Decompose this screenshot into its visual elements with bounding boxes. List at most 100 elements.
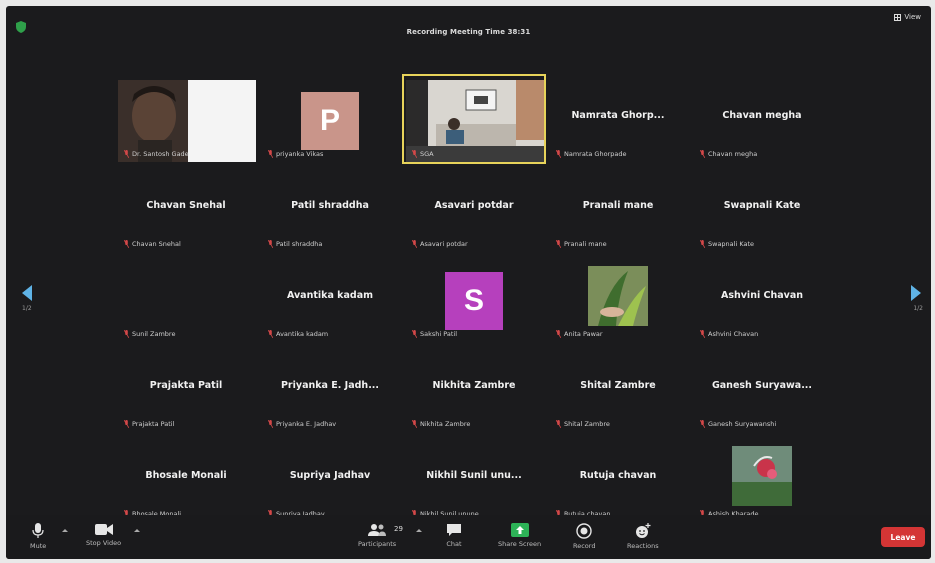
participant-tile[interactable]: Ashvini Chavan Ashvini Chavan: [690, 254, 834, 344]
participant-profile-photo: [732, 446, 792, 506]
participant-tile[interactable]: Ppriyanka Vikas: [258, 74, 402, 164]
participant-tile[interactable]: Shital Zambre Shital Zambre: [546, 344, 690, 434]
participant-tile[interactable]: Sunil Zambre: [114, 254, 258, 344]
participant-label-text: Anita Pawar: [564, 330, 603, 338]
participant-label-text: Chavan Snehal: [132, 240, 181, 248]
participant-name-label: Nikhita Zambre: [412, 420, 542, 428]
participant-tile[interactable]: Bhosale Monali Bhosale Monali: [114, 434, 258, 524]
participant-tile[interactable]: Avantika kadam Avantika kadam: [258, 254, 402, 344]
video-options-caret[interactable]: [134, 529, 140, 532]
muted-microphone-icon: [124, 150, 129, 158]
record-button[interactable]: Record: [573, 523, 595, 550]
view-button[interactable]: View: [894, 13, 921, 21]
muted-microphone-icon: [268, 420, 273, 428]
participant-display-name: Asavari potdar: [434, 200, 514, 211]
participant-name-label: Patil shraddha: [268, 240, 398, 248]
participant-label-text: Avantika kadam: [276, 330, 329, 338]
mute-button[interactable]: Mute: [30, 523, 46, 550]
participant-tile[interactable]: Dr. Santosh Gade: [114, 74, 258, 164]
reactions-button[interactable]: Reactions: [627, 523, 659, 550]
participant-name-label: Sakshi Patil: [412, 330, 542, 338]
participant-tile[interactable]: Swapnali Kate Swapnali Kate: [690, 164, 834, 254]
reactions-label: Reactions: [627, 542, 659, 550]
participant-tile[interactable]: Nikhita Zambre Nikhita Zambre: [402, 344, 546, 434]
stop-video-button[interactable]: Stop Video: [86, 523, 121, 547]
muted-microphone-icon: [412, 240, 417, 248]
participant-tile[interactable]: S Sakshi Patil: [402, 254, 546, 344]
participant-tile[interactable]: Nikhil Sunil unu... Nikhil Sunil unune: [402, 434, 546, 524]
next-page-button[interactable]: [909, 284, 923, 302]
participant-tile[interactable]: Namrata Ghorp... Namrata Ghorpade: [546, 74, 690, 164]
participant-label-text: Dr. Santosh Gade: [132, 150, 189, 158]
muted-microphone-icon: [700, 240, 705, 248]
participant-name-label: Asavari potdar: [412, 240, 542, 248]
audio-options-caret[interactable]: [62, 529, 68, 532]
participant-display-name: Pranali mane: [582, 200, 654, 211]
participant-tile[interactable]: Asavari potdar Asavari potdar: [402, 164, 546, 254]
participants-options-caret[interactable]: [416, 529, 422, 532]
participant-tile[interactable]: Pranali mane Pranali mane: [546, 164, 690, 254]
participant-display-name: Ganesh Suryawa...: [711, 380, 813, 391]
muted-microphone-icon: [556, 150, 561, 158]
share-screen-icon: [510, 523, 529, 537]
participant-avatar: S: [445, 272, 503, 330]
top-bar: Recording Meeting Time 38:31 View: [6, 6, 931, 40]
muted-microphone-icon: [268, 330, 273, 338]
participant-tile[interactable]: Chavan megha Chavan megha: [690, 74, 834, 164]
participant-name-label: Anita Pawar: [556, 330, 686, 338]
microphone-icon: [32, 523, 44, 538]
participant-profile-photo: [588, 266, 648, 326]
participant-tile[interactable]: Supriya Jadhav Supriya Jadhav: [258, 434, 402, 524]
participant-tile[interactable]: Chavan Snehal Chavan Snehal: [114, 164, 258, 254]
participant-avatar: P: [301, 92, 359, 150]
participant-display-name: Rutuja chavan: [579, 470, 657, 481]
participant-name-label: Dr. Santosh Gade: [124, 150, 254, 158]
participant-name-label: Swapnali Kate: [700, 240, 830, 248]
participant-tile[interactable]: Patil shraddha Patil shraddha: [258, 164, 402, 254]
muted-microphone-icon: [700, 420, 705, 428]
participant-name-label: Shital Zambre: [556, 420, 686, 428]
participant-label-text: Nikhita Zambre: [420, 420, 471, 428]
muted-microphone-icon: [556, 240, 561, 248]
previous-page-button[interactable]: [20, 284, 34, 302]
muted-microphone-icon: [124, 240, 129, 248]
participants-label: Participants: [358, 540, 397, 548]
participants-button[interactable]: Participants: [358, 523, 396, 548]
participant-tile[interactable]: Priyanka E. Jadh... Priyanka E. Jadhav: [258, 344, 402, 434]
participant-name-label: Ashvini Chavan: [700, 330, 830, 338]
muted-microphone-icon: [268, 240, 273, 248]
meeting-toolbar: Mute Stop Video Participants 29 Chat Sha…: [6, 515, 931, 559]
participant-tile[interactable]: SGA: [402, 74, 546, 164]
muted-microphone-icon: [124, 420, 129, 428]
participant-display-name: Nikhita Zambre: [432, 380, 516, 391]
muted-microphone-icon: [412, 150, 417, 158]
meeting-timer-title: Recording Meeting Time 38:31: [406, 28, 531, 36]
participant-label-text: Asavari potdar: [420, 240, 468, 248]
muted-microphone-icon: [412, 330, 417, 338]
participant-name-label: Avantika kadam: [268, 330, 398, 338]
participant-display-name: Priyanka E. Jadh...: [280, 380, 380, 391]
participant-label-text: Ganesh Suryawanshi: [708, 420, 777, 428]
participant-tile[interactable]: Anita Pawar: [546, 254, 690, 344]
participant-display-name: Chavan Snehal: [146, 200, 226, 211]
participant-label-text: Patil shraddha: [276, 240, 323, 248]
participant-display-name: Avantika kadam: [286, 290, 374, 301]
participant-count: 29: [394, 525, 403, 533]
stop-video-label: Stop Video: [86, 539, 122, 547]
participant-tile[interactable]: Ganesh Suryawa... Ganesh Suryawanshi: [690, 344, 834, 434]
participant-name-label: priyanka Vikas: [268, 150, 398, 158]
end-meeting-button[interactable]: Leave: [881, 527, 925, 547]
participant-tile[interactable]: Ashish Kharade: [690, 434, 834, 524]
page-indicator-right: 1/2: [913, 305, 923, 312]
participant-tile[interactable]: Prajakta Patil Prajakta Patil: [114, 344, 258, 434]
muted-microphone-icon: [124, 330, 129, 338]
participant-display-name: Supriya Jadhav: [289, 470, 371, 481]
muted-microphone-icon: [556, 330, 561, 338]
participant-label-text: priyanka Vikas: [276, 150, 324, 158]
participant-display-name: Nikhil Sunil unu...: [426, 470, 522, 481]
share-screen-button[interactable]: Share Screen: [498, 523, 541, 548]
chat-button[interactable]: Chat: [446, 523, 462, 548]
participant-tile[interactable]: Rutuja chavan Rutuja chavan: [546, 434, 690, 524]
muted-microphone-icon: [556, 420, 561, 428]
muted-microphone-icon: [700, 150, 705, 158]
